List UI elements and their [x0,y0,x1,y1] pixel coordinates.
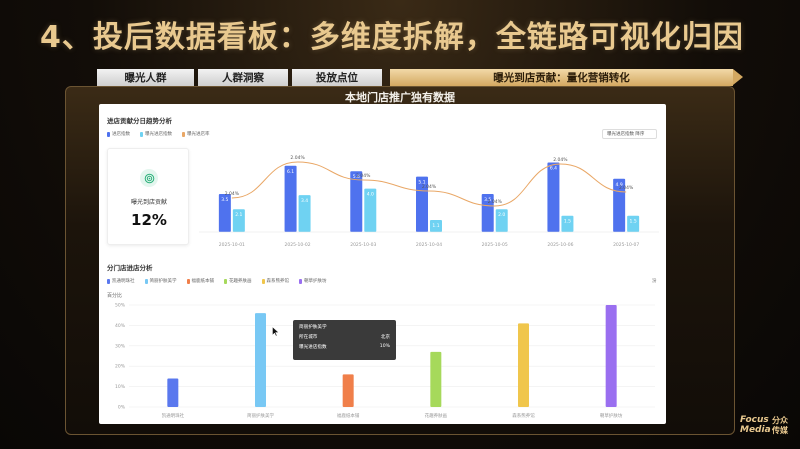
trend-rate-label: 2.04% [225,191,240,197]
trend-bar-label: 3.5 [221,197,228,203]
trend-rate-label: 2.04% [553,157,568,163]
trend-section-title: 进店贡献分日趋势分析 [107,117,172,125]
store-y-tick: 40% [115,323,126,329]
legend-label: 朝草护肤坊 [304,279,327,284]
logo-line: 传媒 [772,426,788,435]
tab-exposure-audience[interactable]: 曝光人群 [97,69,194,86]
legend-item[interactable]: 森系熊养馆 [261,278,290,284]
tab-exposure-contribution[interactable]: 曝光到店贡献：量化营销转化 [390,69,733,86]
store-y-label: 百分比 [107,292,122,299]
tab-bar: 曝光人群 人群洞察 投放点位 曝光到店贡献：量化营销转化 [97,69,747,86]
store-x-tick: 简丽护肤美学 [247,412,274,419]
store-bar [255,313,266,407]
legend-label: 曝光进店指数 [145,132,172,137]
legend-item[interactable]: 简丽护肤美学 [144,278,177,284]
trend-rate-label: 2.04% [619,185,634,191]
trend-x-tick: 2025-10-04 [416,242,442,248]
store-x-tick: 凯通明珠社 [162,412,185,419]
trend-bar-label: 4.0 [367,192,374,198]
trend-rate-label: 2.04% [356,173,371,179]
store-x-tick: 朝草护肤坊 [600,412,623,419]
arrow-right-icon [733,69,743,85]
sort-select[interactable]: 曝光进店指数 降序 [602,129,657,139]
store-bar [605,305,617,407]
tooltip-value: 10% [379,344,390,349]
metric-label: 曝光到店贡献 [130,199,167,206]
tooltip-value: 北京 [380,335,390,340]
legend-item[interactable]: 进店指数 [107,131,130,137]
focus-media-logo: Focus Media [740,415,771,435]
target-icon [140,169,158,187]
trend-x-tick: 2025-10-05 [482,242,508,248]
legend-label: 进店指数 [112,132,130,137]
logo-line: 分众 [772,416,788,425]
legend-item[interactable]: 曝光进店指数 [140,131,172,137]
legend-item[interactable]: 福鹿纸本铺 [186,278,215,284]
legend-item[interactable]: 花趣养肤画 [224,278,252,284]
legend-overflow[interactable]: 汾 [652,278,657,284]
legend-label: 凯通明珠社 [112,279,135,284]
trend-bar-label: 6.4 [550,166,557,172]
frame-title: 本地门店推广独有数据 [345,91,455,104]
legend-label: 福鹿纸本铺 [191,279,215,284]
chart-tooltip: 简丽护肤美学 所在城市 北京 曝光进店指数 10% [293,320,396,360]
focus-media-logo-cn: 分众 传媒 [772,416,788,436]
legend-label: 花趣养肤画 [229,279,252,284]
metric-value: 12% [131,211,167,229]
store-x-tick: 福鹿纸本铺 [337,412,360,419]
trend-x-tick: 2025-10-02 [284,242,310,248]
trend-bar-label: 1.1 [432,223,439,229]
tooltip-title-row: 简丽护肤美学 [299,324,390,330]
trend-bar-label: 3.4 [301,198,308,204]
trend-bar-label: 6.1 [287,169,294,175]
store-bar [167,378,179,407]
store-y-tick: 0% [118,405,126,411]
tooltip-title: 简丽护肤美学 [299,325,327,330]
tooltip-row: 所在城市 北京 [299,334,390,340]
trend-x-tick: 2025-10-01 [219,242,245,248]
store-y-tick: 10% [115,384,126,390]
store-section-title: 分门店进店分析 [107,264,153,272]
store-y-tick: 30% [115,343,126,349]
cursor-icon [272,326,280,337]
tooltip-label: 曝光进店指数 [299,345,327,350]
trend-chart: 3.52.12025-10-016.13.42025-10-025.64.020… [199,155,659,248]
store-bar [342,374,354,407]
store-x-tick: 花趣养肤画 [425,412,448,419]
store-bar [430,351,442,407]
tooltip-label: 所在城市 [299,335,318,340]
tooltip-row: 曝光进店指数 10% [299,344,390,350]
store-y-tick: 50% [115,303,126,309]
store-bar [518,323,529,407]
trend-bar-label: 2.1 [235,212,242,218]
trend-bar-label: 2.0 [498,212,505,218]
metric-card: 曝光到店贡献 12% [107,148,189,245]
trend-bar-index [547,162,560,232]
slide-title: 4、投后数据看板：多维度拆解，全链路可视化归因 [40,20,744,55]
trend-x-tick: 2025-10-07 [613,242,639,248]
tab-placement[interactable]: 投放点位 [292,69,382,86]
logo-line: Media [740,425,771,435]
logo-line: Focus [740,415,769,425]
trend-rate-label: 2.04% [488,199,503,205]
legend-item[interactable]: 凯通明珠社 [107,278,135,284]
trend-bar-label: 1.5 [564,219,571,225]
store-x-tick: 森系熊养馆 [512,412,535,419]
dashboard-panel: 进店贡献分日趋势分析 进店指数 曝光进店指数 曝光进店率 曝光进店指数 降序 曝… [99,104,666,424]
trend-rate-label: 2.04% [290,155,305,161]
trend-bar-index [284,165,297,232]
legend-label: 曝光进店率 [187,132,210,137]
trend-rate-label: 2.04% [422,184,437,190]
legend-item[interactable]: 朝草护肤坊 [299,278,327,284]
legend-label: 森系熊养馆 [266,279,290,284]
trend-legend: 进店指数 曝光进店指数 曝光进店率 [107,131,210,137]
store-legend: 凯通明珠社 简丽护肤美学 福鹿纸本铺 花趣养肤画 森系熊养馆 朝草护肤坊 [107,278,327,284]
store-y-tick: 20% [115,364,126,370]
trend-bar-label: 1.5 [630,219,637,225]
legend-label: 简丽护肤美学 [149,279,177,284]
trend-x-tick: 2025-10-03 [350,242,376,248]
tab-audience-insight[interactable]: 人群洞察 [198,69,288,86]
trend-x-tick: 2025-10-06 [547,242,573,248]
legend-item[interactable]: 曝光进店率 [182,131,210,137]
